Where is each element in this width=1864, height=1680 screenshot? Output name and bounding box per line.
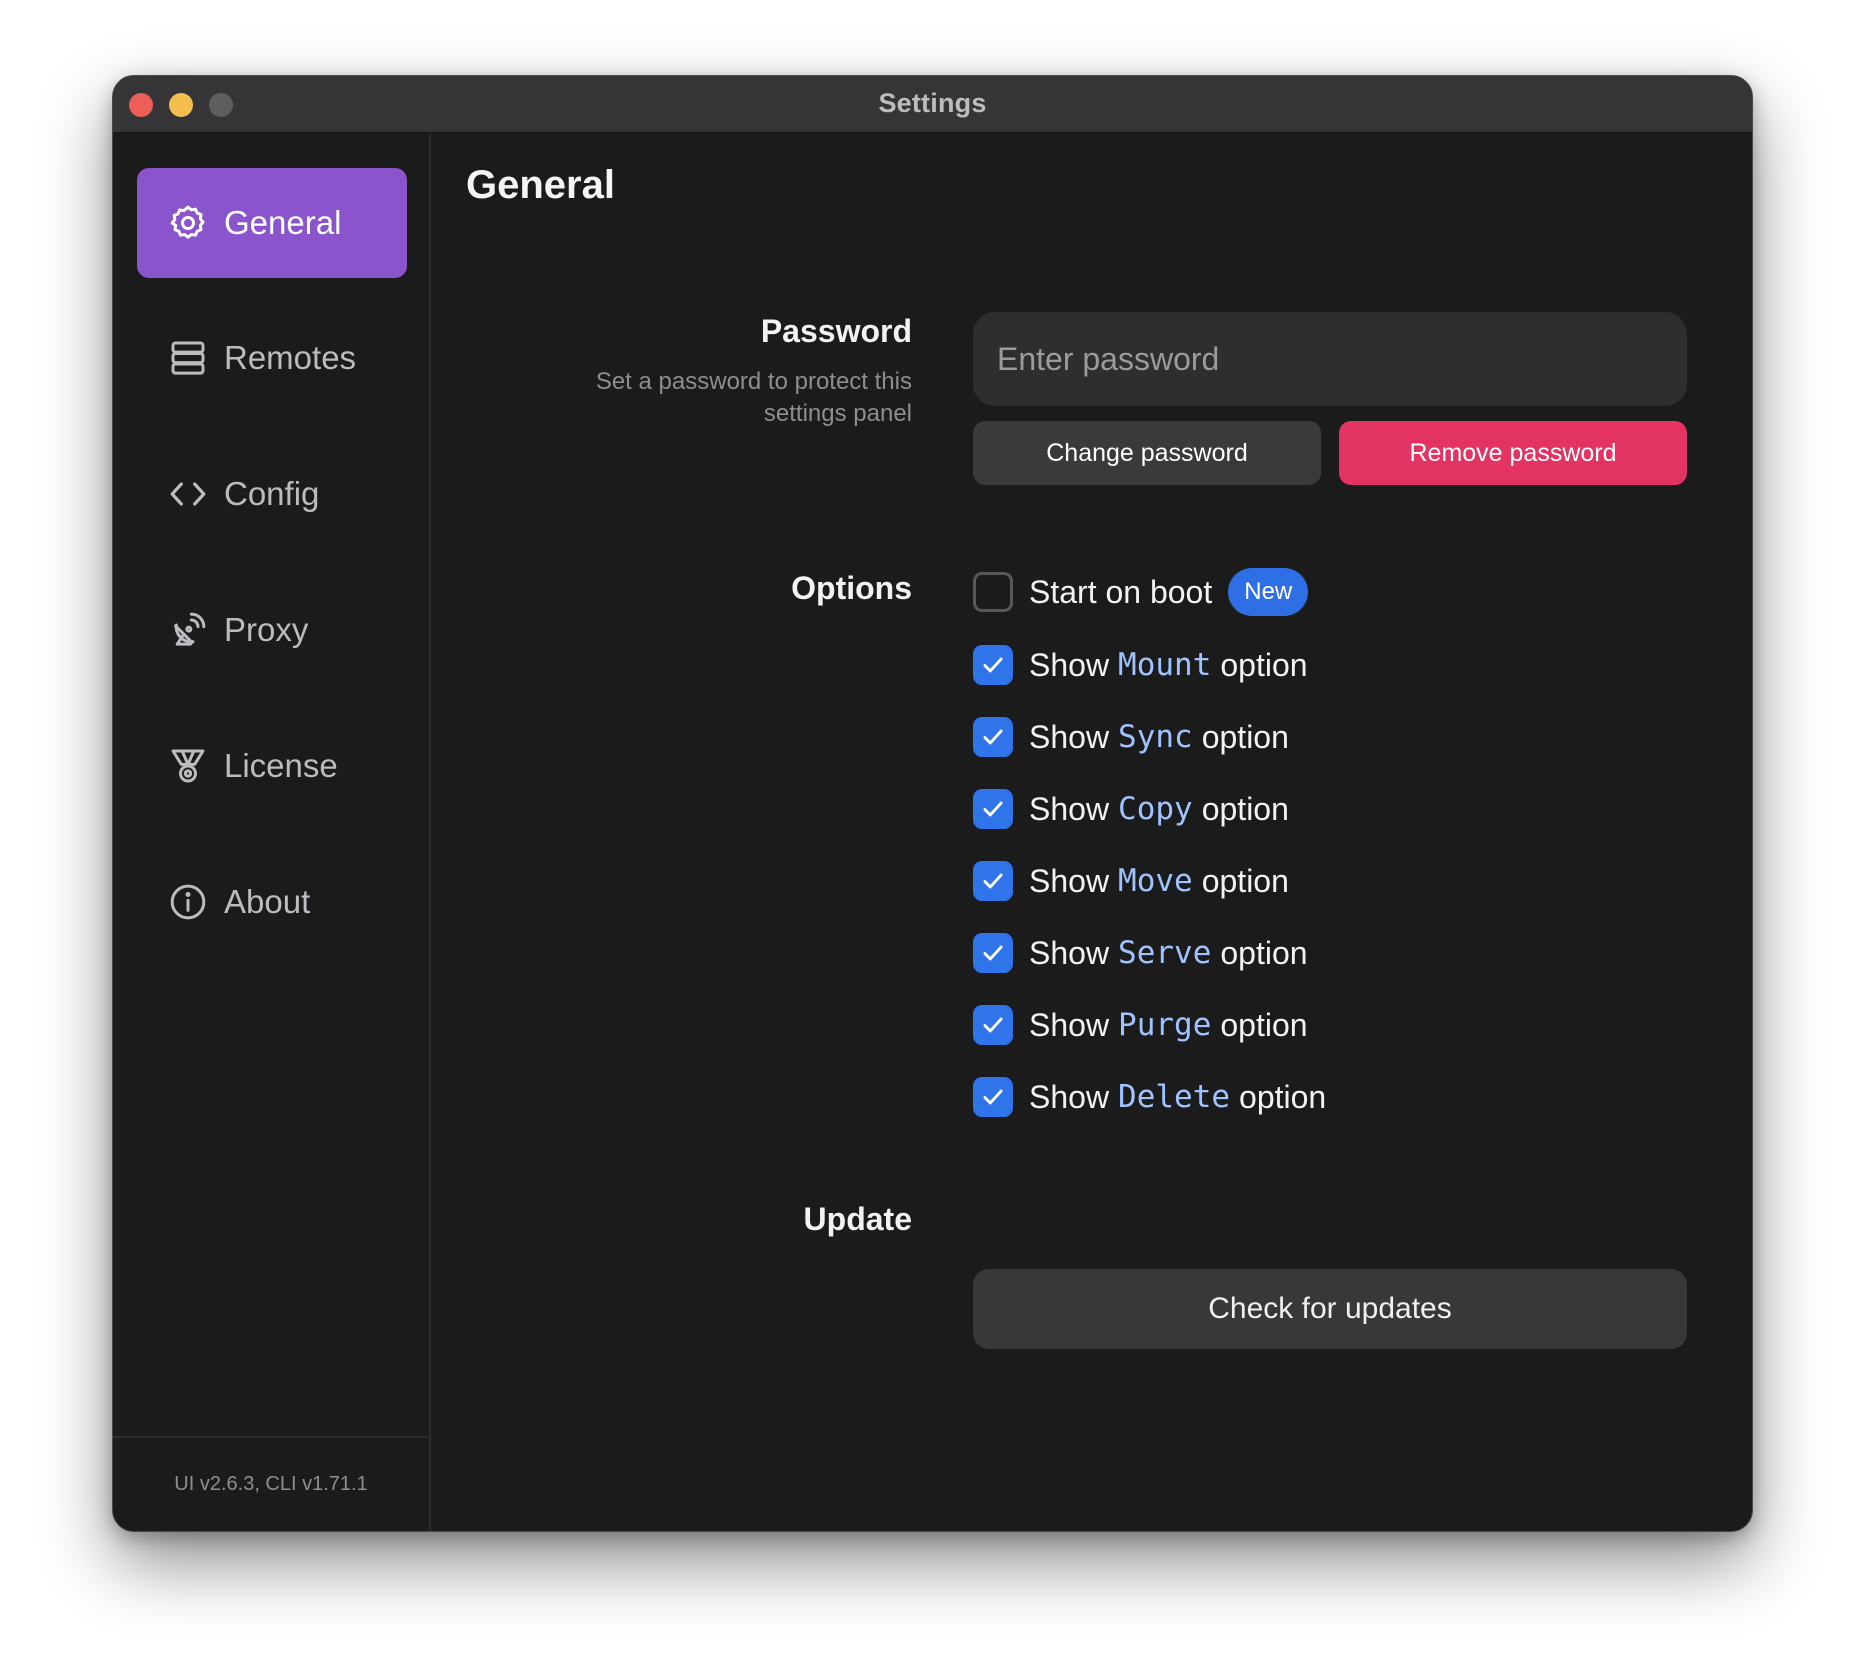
window-title: Settings [878, 88, 987, 118]
option-prefix: Show [1029, 862, 1110, 899]
version-info: UI v2.6.3, CLI v1.71.1 [113, 1436, 429, 1531]
option-prefix: Show [1029, 1078, 1110, 1115]
option-label: Start on boot [1029, 573, 1213, 610]
server-icon [168, 338, 208, 378]
option-start-on-boot[interactable]: Start on boot New [973, 568, 1309, 616]
option-show-sync[interactable]: Show Sync option [973, 715, 1289, 759]
sidebar-item-proxy[interactable]: Proxy [137, 575, 407, 685]
sidebar-item-license[interactable]: License [137, 711, 407, 821]
checkmark-icon [983, 657, 1003, 673]
option-show-copy[interactable]: Show Copy option [973, 787, 1289, 831]
info-icon [168, 882, 208, 922]
gear-icon [168, 203, 208, 243]
settings-window: Settings General Remotes Config Proxy Li… [112, 75, 1753, 1532]
satellite-dish-icon [168, 610, 208, 650]
checkmark-icon [983, 1017, 1003, 1033]
option-keyword: Move [1118, 863, 1193, 899]
checkmark-icon [983, 945, 1003, 961]
option-keyword: Mount [1118, 647, 1212, 683]
show-serve-checkbox[interactable] [973, 933, 1013, 973]
option-prefix: Show [1029, 1006, 1110, 1043]
option-keyword: Sync [1118, 719, 1193, 755]
checkmark-icon [983, 873, 1003, 889]
option-keyword: Delete [1118, 1079, 1231, 1115]
sidebar-item-label: About [224, 883, 311, 920]
option-show-purge[interactable]: Show Purge option [973, 1003, 1308, 1047]
sidebar-item-label: Proxy [224, 611, 309, 648]
option-suffix: option [1201, 790, 1289, 827]
option-keyword: Purge [1118, 1007, 1212, 1043]
option-keyword: Serve [1118, 935, 1212, 971]
checkmark-icon [983, 801, 1003, 817]
page-title: General [466, 163, 615, 207]
password-section-description: Set a password to protect this settings … [595, 368, 912, 427]
option-prefix: Show [1029, 790, 1110, 827]
sidebar-item-about[interactable]: About [137, 847, 407, 957]
option-suffix: option [1201, 862, 1289, 899]
sidebar-item-remotes[interactable]: Remotes [137, 303, 407, 413]
option-suffix: option [1220, 1006, 1308, 1043]
sidebar-item-general[interactable]: General [137, 168, 407, 278]
password-section-label: Password [760, 313, 912, 349]
remove-password-button[interactable]: Remove password [1339, 421, 1687, 485]
start-on-boot-checkbox[interactable] [973, 572, 1013, 612]
option-show-serve[interactable]: Show Serve option [973, 931, 1308, 975]
check-for-updates-button[interactable]: Check for updates [973, 1269, 1687, 1349]
show-delete-checkbox[interactable] [973, 1077, 1013, 1117]
sidebar: General Remotes Config Proxy License Abo… [113, 133, 431, 1531]
medal-icon [168, 746, 208, 786]
show-copy-checkbox[interactable] [973, 789, 1013, 829]
show-move-checkbox[interactable] [973, 861, 1013, 901]
sidebar-item-label: General [224, 204, 342, 241]
option-show-mount[interactable]: Show Mount option [973, 643, 1308, 687]
option-prefix: Show [1029, 934, 1110, 971]
show-sync-checkbox[interactable] [973, 717, 1013, 757]
options-section-label: Options [791, 570, 912, 606]
title-bar: Settings [113, 76, 1752, 133]
option-show-delete[interactable]: Show Delete option [973, 1075, 1326, 1119]
sidebar-item-label: License [224, 747, 338, 784]
checkmark-icon [983, 1089, 1003, 1105]
checkmark-icon [983, 729, 1003, 745]
password-input[interactable] [973, 312, 1687, 406]
update-section-label: Update [803, 1201, 912, 1237]
option-suffix: option [1220, 646, 1308, 683]
change-password-button[interactable]: Change password [973, 421, 1321, 485]
option-prefix: Show [1029, 718, 1110, 755]
code-brackets-icon [168, 474, 208, 514]
option-keyword: Copy [1118, 791, 1193, 827]
option-prefix: Show [1029, 646, 1110, 683]
show-mount-checkbox[interactable] [973, 645, 1013, 685]
option-suffix: option [1239, 1078, 1327, 1115]
main-content: General Password Set a password to prote… [433, 133, 1752, 1531]
new-badge: New [1228, 568, 1309, 616]
option-suffix: option [1220, 934, 1308, 971]
show-purge-checkbox[interactable] [973, 1005, 1013, 1045]
option-suffix: option [1201, 718, 1289, 755]
option-show-move[interactable]: Show Move option [973, 859, 1289, 903]
sidebar-item-config[interactable]: Config [137, 439, 407, 549]
sidebar-item-label: Config [224, 475, 320, 512]
sidebar-item-label: Remotes [224, 339, 357, 376]
